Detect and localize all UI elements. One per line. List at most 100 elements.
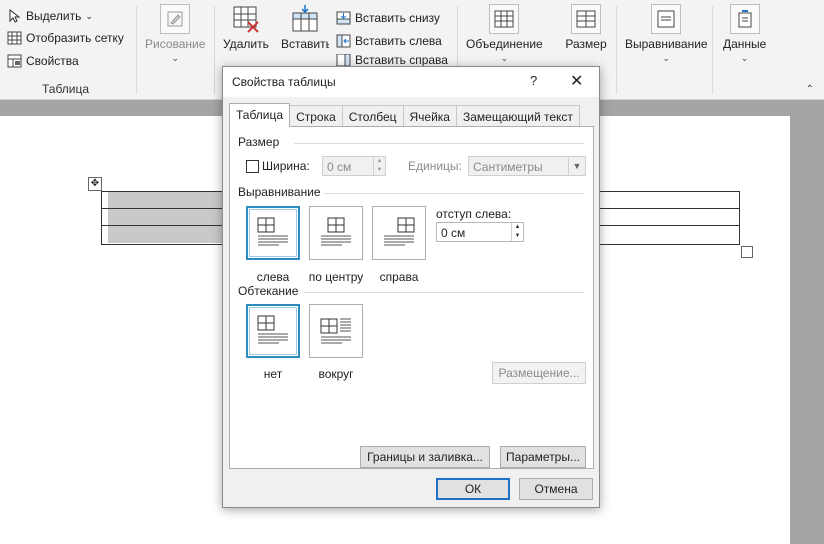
size-section-label: Размер <box>238 135 280 149</box>
align-right-option[interactable] <box>372 206 426 260</box>
ribbon-separator <box>136 6 137 94</box>
tab-panel-table: Размер Ширина: 0 см ▲ ▼ Единицы: Сантимет… <box>229 126 594 469</box>
wrap-none-option[interactable] <box>246 304 300 358</box>
selected-cell <box>108 209 228 225</box>
table-move-handle-icon[interactable]: ✥ <box>88 177 102 191</box>
insert-right-label: Вставить справа <box>355 54 448 66</box>
insert-above-icon <box>290 4 320 34</box>
wrap-section-label: Обтекание <box>238 284 299 298</box>
insert-left-icon <box>335 33 351 49</box>
width-value: 0 см <box>327 160 352 174</box>
chevron-down-icon: ⌄ <box>85 10 93 21</box>
selected-cell <box>108 192 228 208</box>
grid-icon <box>6 30 22 46</box>
units-label: Единицы: <box>408 159 462 173</box>
indent-spinner[interactable]: 0 см ▲ ▼ <box>436 222 524 242</box>
align-left-icon <box>257 217 288 246</box>
insert-below-label: Вставить снизу <box>355 11 440 25</box>
ribbon-separator <box>616 6 617 94</box>
draw-icon <box>160 4 191 34</box>
ribbon-separator <box>214 6 215 94</box>
tab-table[interactable]: Таблица <box>229 103 291 127</box>
delete-label: Удалить <box>223 37 269 51</box>
align-left-label: слева <box>256 270 290 284</box>
cell-size-button[interactable]: Размер ячейки <box>560 4 612 51</box>
selected-cell <box>108 226 228 243</box>
cell-size-label: Размер ячейки <box>565 37 607 51</box>
ok-button[interactable]: ОК <box>436 478 510 500</box>
ribbon-separator <box>712 6 713 94</box>
insert-right-button[interactable]: Вставить справа <box>335 54 448 66</box>
properties-label: Свойства <box>26 54 79 68</box>
width-spinner[interactable]: 0 см ▲ ▼ <box>322 156 386 176</box>
alignment-section-label: Выравнивание <box>238 185 321 199</box>
units-value: Сантиметры <box>473 160 543 174</box>
options-button[interactable]: Параметры... <box>500 446 586 468</box>
chevron-down-icon: ⌄ <box>740 53 749 63</box>
cancel-button[interactable]: Отмена <box>519 478 593 500</box>
insert-left-label: Вставить слева <box>355 34 442 48</box>
section-divider <box>294 143 584 144</box>
alignment-label: Выравнивание <box>625 37 708 51</box>
insert-below-icon <box>335 10 351 26</box>
data-button[interactable]: Данные ⌄ <box>723 4 766 63</box>
merge-button[interactable]: Объединение ⌄ <box>466 4 543 63</box>
data-icon <box>729 4 760 34</box>
chevron-down-icon: ⌄ <box>662 53 671 63</box>
data-label: Данные <box>723 37 767 51</box>
borders-shading-button[interactable]: Границы и заливка... <box>360 446 490 468</box>
delete-table-icon <box>231 4 261 34</box>
tab-alt-text[interactable]: Замещающий текст <box>455 105 580 127</box>
dialog-titlebar: Свойства таблицы ? ✕ <box>223 67 599 97</box>
draw-button[interactable]: Рисование ⌄ <box>145 4 205 63</box>
dialog-title: Свойства таблицы <box>232 75 336 89</box>
align-center-icon <box>321 217 351 246</box>
insert-below-button[interactable]: Вставить снизу <box>335 8 440 28</box>
select-label: Выделить <box>26 9 82 23</box>
select-button[interactable]: Выделить ⌄ <box>6 6 93 26</box>
wrap-around-icon <box>320 318 351 344</box>
spinner-arrows[interactable]: ▲ ▼ <box>511 223 523 241</box>
insert-right-icon <box>335 54 351 66</box>
tab-column[interactable]: Столбец <box>341 105 404 127</box>
units-select[interactable]: Сантиметры ▼ <box>468 156 586 176</box>
table-resize-handle[interactable] <box>741 246 753 258</box>
section-divider <box>304 292 584 293</box>
collapse-ribbon-icon[interactable]: ⌃ <box>806 84 814 95</box>
chevron-down-icon: ⌄ <box>171 53 179 63</box>
table-properties-icon <box>6 53 22 69</box>
wrap-around-option[interactable] <box>309 304 363 358</box>
indent-value: 0 см <box>441 226 466 240</box>
close-icon[interactable]: ✕ <box>570 71 583 91</box>
width-label: Ширина: <box>262 159 310 173</box>
gridlines-label: Отобразить сетку <box>26 31 124 45</box>
align-right-icon <box>384 217 415 246</box>
group-table-label: Таблица <box>42 82 90 96</box>
properties-button[interactable]: Свойства <box>6 51 79 71</box>
dialog-tabs: Таблица Строка Столбец Ячейка Замещающий… <box>229 103 580 127</box>
align-left-option[interactable] <box>246 206 300 260</box>
indent-label: отступ слева: <box>436 207 512 221</box>
align-center-option[interactable] <box>309 206 363 260</box>
merge-icon <box>489 4 520 34</box>
cursor-icon <box>6 8 22 24</box>
draw-label: Рисование <box>145 37 206 51</box>
insert-left-button[interactable]: Вставить слева <box>335 31 442 51</box>
insert-above-button[interactable]: Вставить сверху <box>281 4 329 51</box>
align-center-label: по центру <box>308 270 364 284</box>
alignment-button[interactable]: Выравнивание ⌄ <box>625 4 708 63</box>
width-checkbox[interactable] <box>246 160 259 173</box>
tab-cell[interactable]: Ячейка <box>402 105 457 127</box>
gridlines-button[interactable]: Отобразить сетку <box>6 28 124 48</box>
wrap-none-icon <box>257 315 288 344</box>
delete-button[interactable]: Удалить <box>223 4 269 51</box>
help-button[interactable]: ? <box>530 73 537 88</box>
positioning-button[interactable]: Размещение... <box>492 362 586 384</box>
chevron-down-icon: ⌄ <box>500 53 509 63</box>
section-divider <box>324 193 584 194</box>
tab-row[interactable]: Строка <box>289 105 343 127</box>
wrap-none-label: нет <box>263 367 283 381</box>
merge-label: Объединение <box>466 37 543 51</box>
chevron-down-icon: ▼ <box>568 157 585 175</box>
spinner-arrows[interactable]: ▲ ▼ <box>373 157 385 175</box>
